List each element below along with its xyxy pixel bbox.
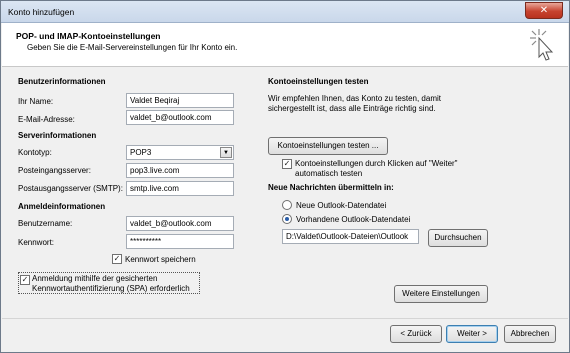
dialog-window: Konto hinzufügen ✕ POP- und IMAP-Kontoei…: [0, 0, 570, 353]
user-info-heading: Benutzerinformationen: [18, 77, 106, 86]
header-title: POP- und IMAP-Kontoeinstellungen: [16, 31, 161, 41]
username-field[interactable]: valdet_b@outlook.com: [126, 216, 234, 231]
test-description-line-1: Wir empfehlen Ihnen, das Konto zu testen…: [268, 94, 441, 103]
close-button[interactable]: ✕: [525, 2, 563, 19]
login-info-heading: Anmeldeinformationen: [18, 202, 106, 211]
outgoing-server-field[interactable]: smtp.live.com: [126, 181, 234, 196]
dialog-footer: < Zurück Weiter > Abbrechen: [2, 318, 568, 352]
next-button[interactable]: Weiter >: [446, 325, 498, 343]
spa-label-line-2: Kennwortauthentifizierung (SPA) erforder…: [32, 284, 190, 293]
name-label: Ihr Name:: [18, 97, 54, 106]
browse-button[interactable]: Durchsuchen: [428, 229, 488, 247]
chevron-down-icon[interactable]: ▼: [220, 147, 232, 158]
test-description-line-2: sichergestellt ist, dass alle Einträge r…: [268, 104, 436, 113]
auto-test-checkbox[interactable]: ✓: [282, 159, 292, 169]
test-heading: Kontoeinstellungen testen: [268, 77, 369, 86]
email-label: E-Mail-Adresse:: [18, 115, 75, 124]
password-field[interactable]: **********: [126, 234, 234, 249]
window-title: Konto hinzufügen: [8, 7, 75, 17]
spa-checkbox[interactable]: ✓: [20, 275, 30, 285]
server-info-heading: Serverinformationen: [18, 131, 97, 140]
spa-label-line-1: Anmeldung mithilfe der gesicherten: [32, 274, 158, 283]
account-type-select[interactable]: POP3 ▼: [126, 145, 234, 160]
auto-test-label-line-2: automatisch testen: [295, 169, 363, 178]
data-file-path-field[interactable]: D:\Valdet\Outlook-Dateien\Outlook: [282, 229, 419, 244]
incoming-server-label: Posteingangsserver:: [18, 166, 91, 175]
title-bar: Konto hinzufügen ✕: [1, 1, 569, 23]
settings-content: Benutzerinformationen Ihr Name: Valdet B…: [2, 68, 568, 318]
remember-password-label[interactable]: Kennwort speichern: [125, 255, 196, 264]
remember-password-checkbox[interactable]: ✓: [112, 254, 122, 264]
click-cursor-icon: [530, 29, 554, 61]
test-description: Wir empfehlen Ihnen, das Konto zu testen…: [268, 94, 441, 114]
existing-data-file-radio[interactable]: [282, 214, 292, 224]
auto-test-label[interactable]: Kontoeinstellungen durch Klicken auf "We…: [295, 159, 458, 179]
cancel-button[interactable]: Abbrechen: [504, 325, 556, 343]
outgoing-server-label: Postausgangsserver (SMTP):: [18, 184, 123, 193]
name-field[interactable]: Valdet Beqiraj: [126, 93, 234, 108]
auto-test-label-line-1: Kontoeinstellungen durch Klicken auf "We…: [295, 159, 458, 168]
more-settings-button[interactable]: Weitere Einstellungen: [394, 285, 488, 303]
back-button[interactable]: < Zurück: [390, 325, 442, 343]
incoming-server-field[interactable]: pop3.live.com: [126, 163, 234, 178]
account-type-value: POP3: [130, 148, 152, 157]
existing-data-file-label[interactable]: Vorhandene Outlook-Datendatei: [296, 215, 410, 224]
new-data-file-label[interactable]: Neue Outlook-Datendatei: [296, 201, 386, 210]
new-data-file-radio[interactable]: [282, 200, 292, 210]
dialog-header: POP- und IMAP-Kontoeinstellungen Geben S…: [2, 23, 568, 67]
password-label: Kennwort:: [18, 238, 55, 247]
account-type-label: Kontotyp:: [18, 148, 52, 157]
header-subtitle: Geben Sie die E-Mail-Servereinstellungen…: [27, 43, 238, 52]
spa-label[interactable]: Anmeldung mithilfe der gesicherten Kennw…: [32, 274, 190, 294]
email-field[interactable]: valdet_b@outlook.com: [126, 110, 234, 125]
username-label: Benutzername:: [18, 219, 73, 228]
test-settings-button[interactable]: Kontoeinstellungen testen ...: [268, 137, 388, 155]
deliver-heading: Neue Nachrichten übermitteln in:: [268, 183, 394, 192]
